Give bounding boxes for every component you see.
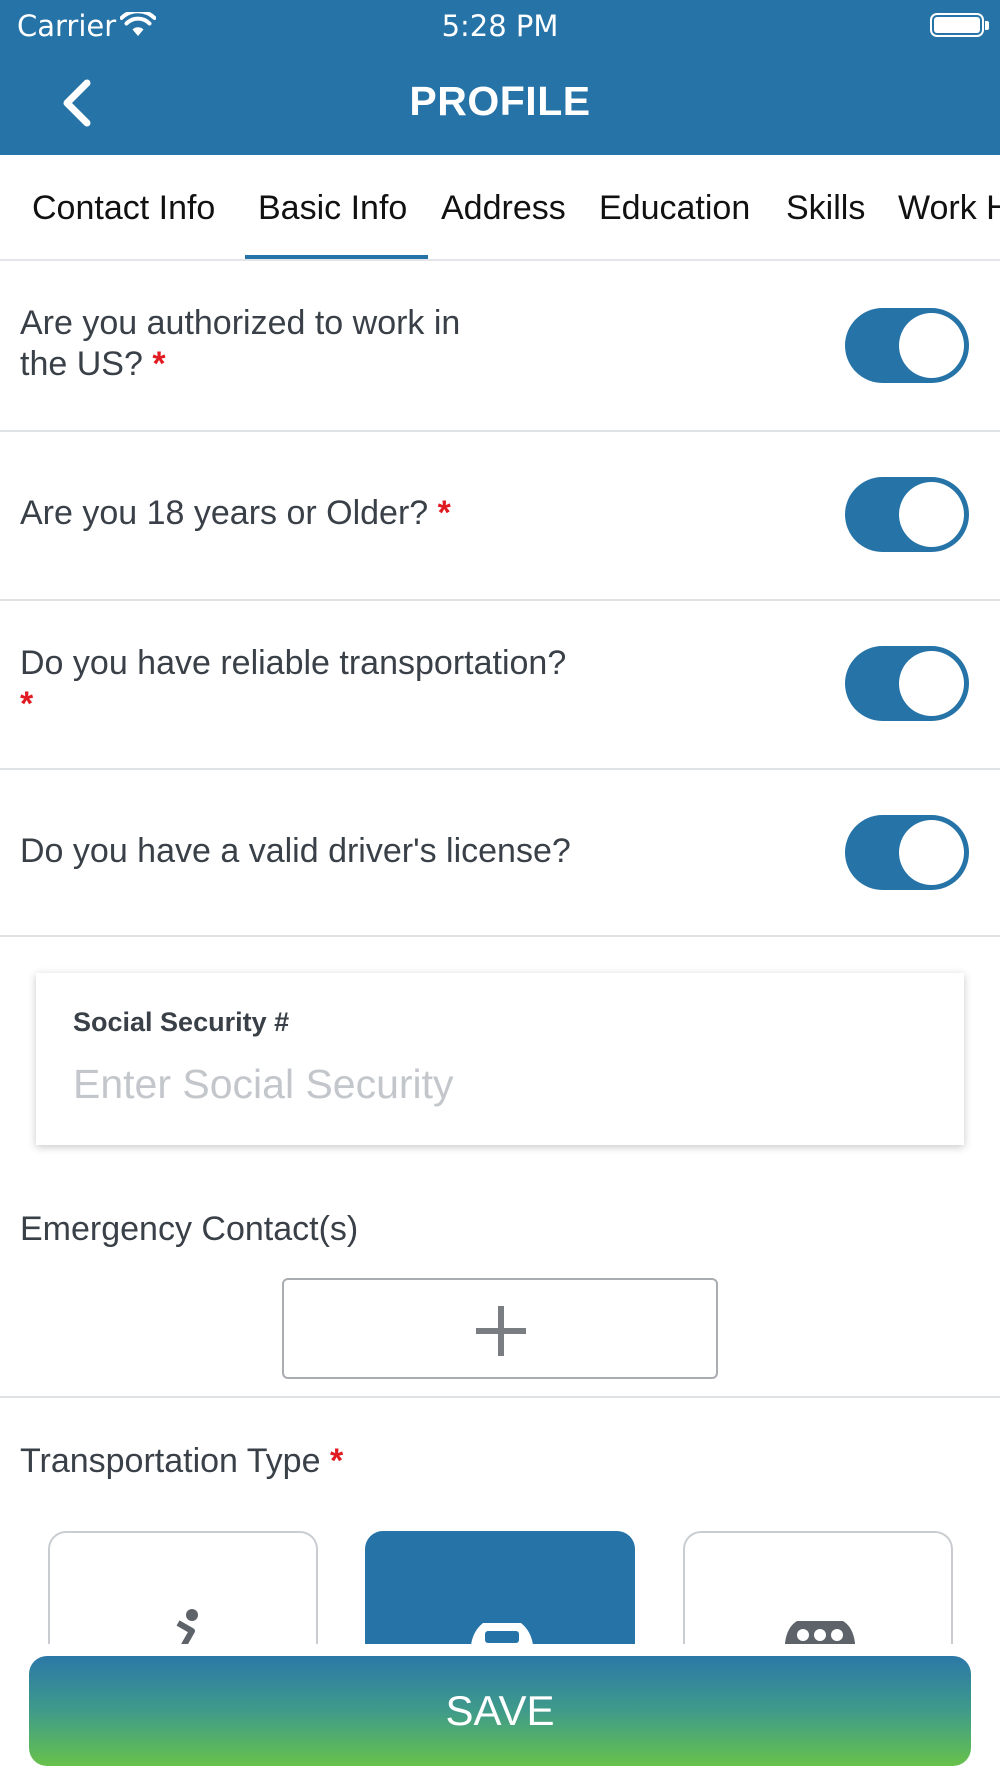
ssn-label: Social Security # — [73, 1007, 290, 1037]
required-asterisk: * — [152, 345, 166, 383]
save-bar: SAVE — [0, 1644, 1000, 1778]
required-asterisk: * — [329, 1442, 344, 1480]
age-toggle[interactable] — [845, 477, 969, 552]
ssn-input[interactable] — [73, 1059, 923, 1109]
question-text-line2: the US? — [20, 345, 143, 383]
tab-basic-info[interactable]: Basic Info — [258, 189, 407, 228]
tab-bar: Contact Info Basic Info Address Educatio… — [0, 155, 1000, 261]
toggle-knob — [899, 482, 964, 547]
question-text: Are you 18 years or Older? — [20, 494, 429, 532]
required-asterisk: * — [437, 494, 451, 532]
tab-contact-info[interactable]: Contact Info — [32, 189, 215, 228]
question-text-line1: Are you authorized to work in — [20, 304, 461, 342]
status-bar: Carrier 5:28 PM — [0, 0, 1000, 50]
question-label: Do you have a valid driver's license? — [20, 831, 571, 872]
question-row-work-authorization: Are you authorized to work in the US? * — [0, 261, 1000, 432]
toggle-knob — [899, 820, 964, 885]
section-divider — [0, 1396, 1000, 1398]
required-asterisk: * — [20, 685, 34, 723]
question-text: Do you have reliable transportation? — [20, 644, 567, 682]
work-authorization-toggle[interactable] — [845, 308, 969, 383]
tab-skills[interactable]: Skills — [786, 189, 865, 228]
add-emergency-contact-button[interactable] — [282, 1278, 718, 1379]
save-button[interactable]: SAVE — [29, 1656, 971, 1766]
question-label: Are you authorized to work in the US? * — [20, 303, 460, 385]
question-label: Do you have reliable transportation? * — [20, 643, 566, 725]
question-row-transportation: Do you have reliable transportation? * — [0, 601, 1000, 770]
emergency-contacts-label: Emergency Contact(s) — [20, 1210, 359, 1248]
drivers-license-toggle[interactable] — [845, 815, 969, 890]
question-label: Are you 18 years or Older? * — [20, 493, 451, 534]
battery-icon — [930, 13, 989, 37]
transportation-toggle[interactable] — [845, 646, 969, 721]
toggle-knob — [899, 313, 964, 378]
transportation-type-label: Transportation Type * — [20, 1442, 343, 1481]
tab-address[interactable]: Address — [441, 189, 566, 228]
tab-education[interactable]: Education — [599, 189, 750, 228]
transportation-type-text: Transportation Type — [20, 1442, 321, 1480]
ssn-card: Social Security # — [36, 973, 964, 1145]
app-header: Carrier 5:28 PM PROFILE — [0, 0, 1000, 155]
plus-icon — [476, 1306, 526, 1356]
question-row-age: Are you 18 years or Older? * — [0, 432, 1000, 601]
active-tab-indicator — [245, 255, 428, 259]
page-title: PROFILE — [409, 78, 591, 124]
toggle-knob — [899, 651, 964, 716]
tab-work-history[interactable]: Work History — [898, 189, 1000, 228]
question-text: Do you have a valid driver's license? — [20, 832, 571, 870]
clock: 5:28 PM — [441, 9, 559, 43]
question-row-drivers-license: Do you have a valid driver's license? — [0, 770, 1000, 937]
